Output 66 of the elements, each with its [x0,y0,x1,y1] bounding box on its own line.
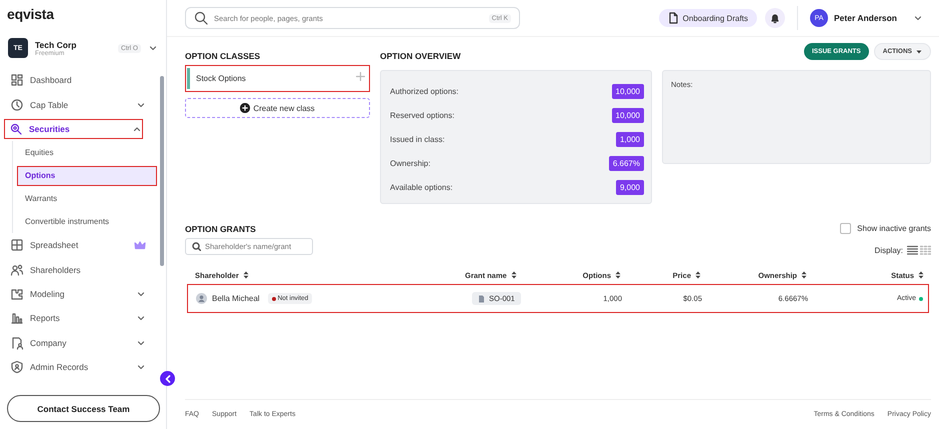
sort-icon [695,271,701,279]
sort-icon [242,271,249,279]
stat-label: Issued in class: [390,134,445,144]
nav-item[interactable]: Securities [4,118,143,139]
grid-icon [10,73,24,88]
nav-item[interactable]: Shareholders [0,260,157,280]
display-label: Display: [874,246,903,254]
caret-down-icon [916,50,922,54]
puzzle-icon [10,287,24,302]
stat-label: Ownership: [390,158,430,168]
sort-icon [918,271,924,279]
move-icon [356,72,365,81]
document-person-icon [10,336,24,350]
nav-item[interactable]: Modeling [0,284,157,304]
nav-subitem[interactable]: Equities [17,142,157,163]
collapse-button[interactable] [160,371,175,386]
stat-label: Authorized options: [390,86,458,96]
stat-value: 10,000 [612,108,644,122]
user-name: Peter Anderson [834,13,897,23]
nav-subitem[interactable]: Options [17,166,157,186]
nav-item[interactable]: Reports [0,308,157,328]
class-item[interactable]: Stock Options [185,65,370,92]
nav-item[interactable]: Dashboard [0,70,157,90]
document-icon [478,294,485,302]
nav-item[interactable]: Cap Table [0,94,157,115]
people-icon [10,262,24,277]
clock-icon [10,98,24,112]
person-avatar-icon [196,293,207,304]
stat-label: Reserved options: [390,110,454,120]
bell-icon [770,12,780,24]
stat-value: 6.667% [608,156,644,170]
contact-button[interactable]: Contact Success Team [7,395,160,422]
stat-value: 10,000 [612,84,644,98]
list-view-icon[interactable] [907,245,918,255]
stat-value: 9,000 [616,180,644,194]
plus-circle-icon [240,103,250,113]
stat-label: Available options: [390,182,453,192]
checkbox-label: Show inactive grants [857,224,931,233]
shield-icon [10,360,24,374]
checkbox[interactable] [840,223,852,234]
chevron-left-icon [164,374,172,384]
magnifier-icon [9,122,23,136]
drafts-button[interactable]: Onboarding Drafts [658,9,758,27]
table-icon [10,238,24,252]
notifications-button[interactable] [765,8,786,28]
nav-item[interactable]: Spreadsheet [0,235,157,256]
sort-icon [510,271,517,279]
nav-subitem[interactable]: Warrants [17,188,157,209]
create-class-button[interactable]: Create new class [185,98,370,118]
section-title: OPTION GRANTS [185,223,256,234]
nav-item[interactable]: Admin Records [0,357,157,378]
nav-subitem[interactable]: Convertible instruments [17,212,157,232]
nav-item[interactable]: Company [0,332,157,353]
company-name: Tech Corp [35,40,78,50]
stat-value: 1,000 [616,132,644,146]
search-icon [192,242,201,251]
logo-text[interactable]: eqvista [0,0,54,26]
sort-icon [801,271,807,279]
class-name: Stock Options [196,74,247,83]
document-icon [668,12,678,24]
section-title: OPTION OVERVIEW [380,50,462,61]
shareholder-name: Bella Micheal [212,294,260,303]
sort-icon [615,271,621,279]
section-title: OPTION CLASSES [185,50,262,61]
bar-chart-icon [10,311,24,326]
search-icon [194,11,208,25]
